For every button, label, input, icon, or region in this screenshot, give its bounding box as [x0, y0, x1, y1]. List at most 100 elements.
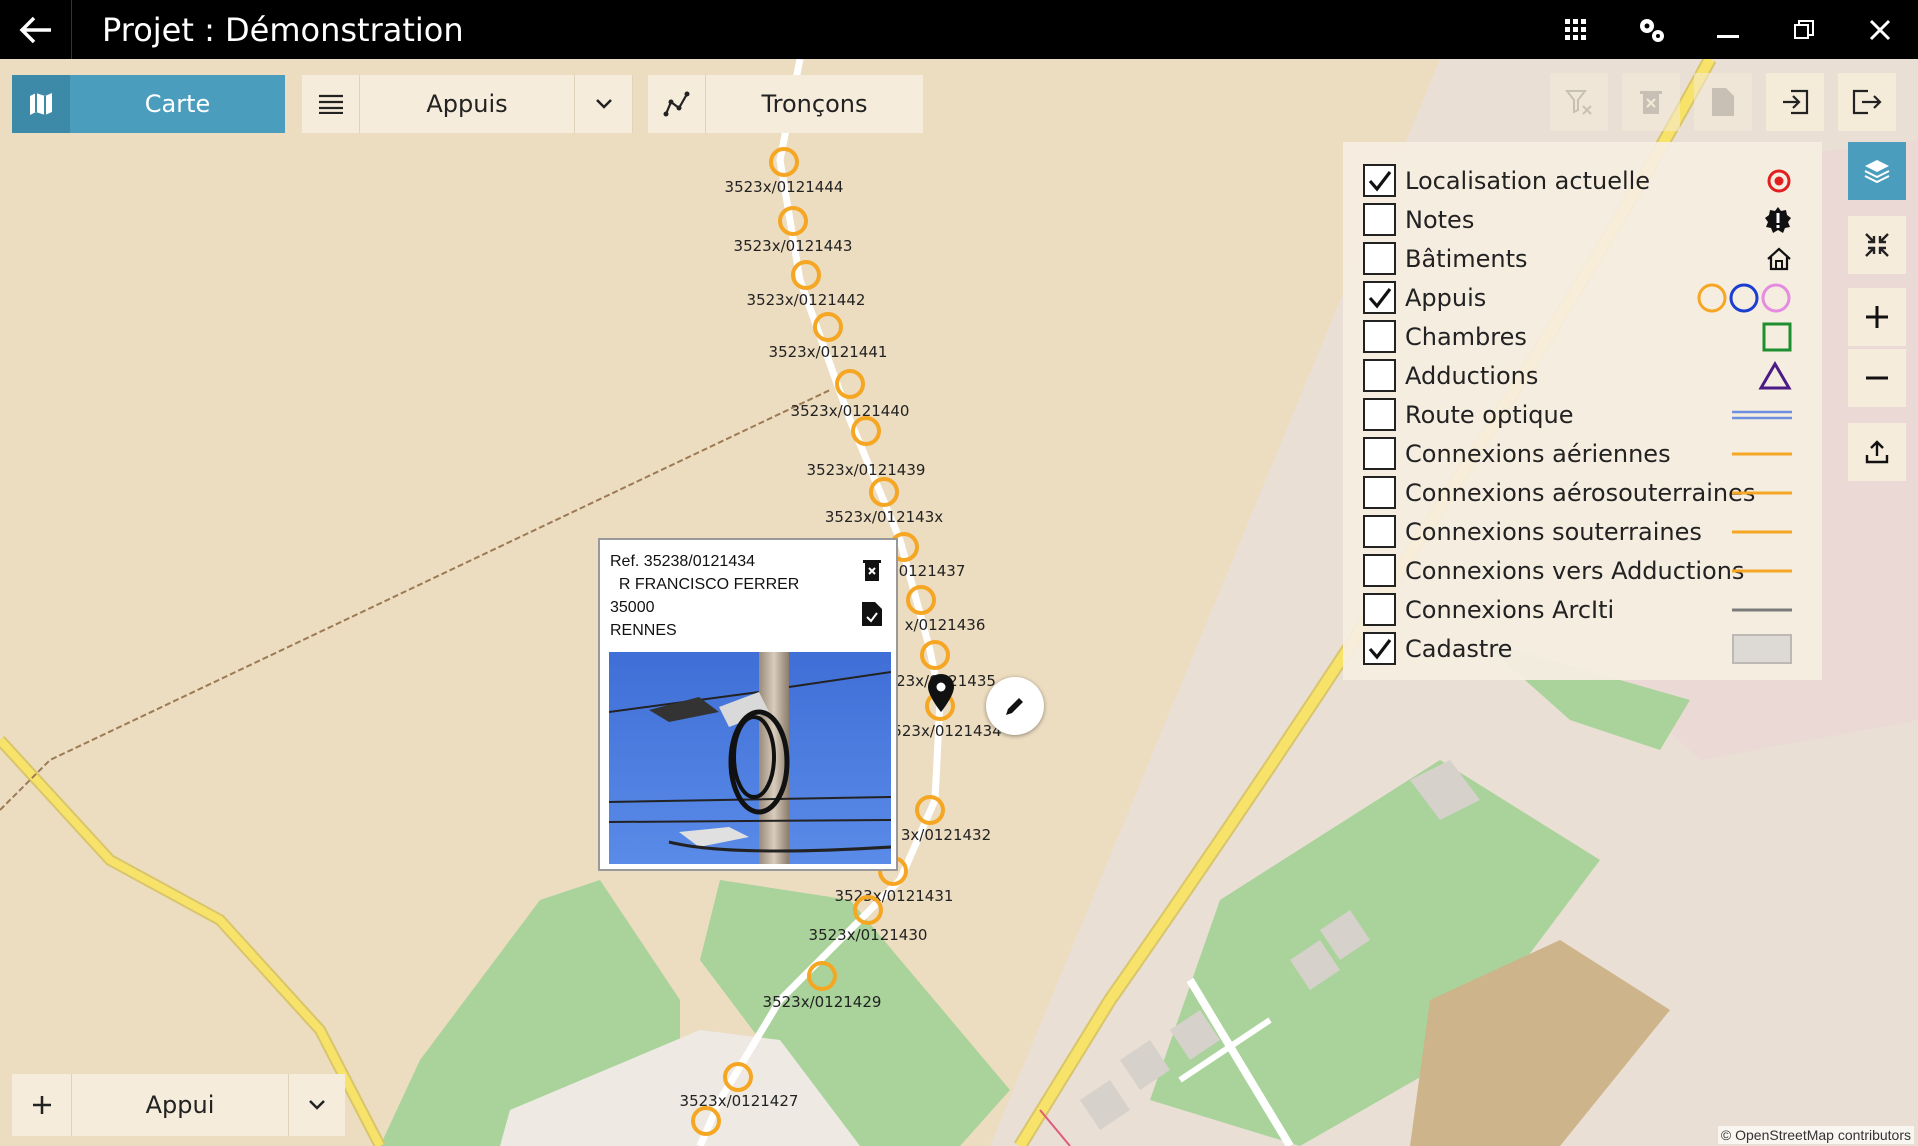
appuis-label[interactable]: Appuis — [360, 75, 575, 133]
add-type-dropdown[interactable] — [289, 1074, 345, 1136]
plus-icon — [1866, 306, 1888, 328]
layer-checkbox[interactable] — [1363, 359, 1396, 392]
legend-row[interactable]: Connexions souterraines — [1343, 512, 1822, 551]
troncons-label: Tronçons — [761, 90, 868, 118]
legend-row[interactable]: Connexions aérosouterraines — [1343, 473, 1822, 512]
grid-icon — [1565, 18, 1586, 40]
appui-marker[interactable] — [807, 961, 837, 991]
appui-marker-label: 3523x/0121440 — [791, 402, 910, 420]
zoom-in-button[interactable] — [1848, 288, 1906, 346]
layer-label: Localisation actuelle — [1405, 166, 1651, 195]
appui-marker[interactable] — [813, 312, 843, 342]
appui-marker[interactable] — [869, 477, 899, 507]
legend-row[interactable]: Connexions vers Adductions — [1343, 551, 1822, 590]
popup-postcode: 35000 — [610, 599, 655, 616]
legend-row[interactable]: Localisation actuelle — [1343, 161, 1822, 200]
appui-marker[interactable] — [723, 1062, 753, 1092]
chevron-down-icon[interactable] — [575, 75, 633, 133]
appui-marker[interactable] — [915, 795, 945, 825]
collapse-button[interactable] — [1848, 216, 1906, 274]
appui-marker[interactable] — [851, 416, 881, 446]
appui-marker-label: 3523x/0121427 — [680, 1092, 799, 1110]
restore-button[interactable] — [1766, 0, 1842, 59]
gray-line-icon — [1732, 605, 1792, 615]
appui-marker-label: 3523x/0121441 — [769, 343, 888, 361]
blue-double-line-icon — [1732, 408, 1792, 422]
layer-checkbox[interactable] — [1363, 515, 1396, 548]
restore-icon — [1794, 19, 1814, 39]
legend-row[interactable]: Connexions aériennes — [1343, 434, 1822, 473]
purple-triangle-icon — [1758, 360, 1792, 391]
settings-button[interactable] — [1614, 0, 1690, 59]
add-appui-bar: Appui — [12, 1074, 345, 1136]
layer-checkbox[interactable] — [1363, 476, 1396, 509]
legend-row[interactable]: Route optique — [1343, 395, 1822, 434]
home-icon — [1766, 247, 1792, 271]
popup-document-button[interactable] — [858, 600, 886, 628]
appuis-selector[interactable]: Appuis — [302, 75, 633, 133]
title-bar: Projet : Démonstration — [0, 0, 1918, 59]
filter-clear-icon — [1565, 90, 1592, 115]
appui-marker[interactable] — [691, 1106, 721, 1136]
edit-button[interactable] — [986, 677, 1044, 735]
legend-row[interactable]: Appuis — [1343, 278, 1822, 317]
trash-icon — [1640, 91, 1662, 114]
back-button[interactable] — [0, 0, 72, 59]
document-button[interactable] — [1694, 73, 1752, 131]
layer-checkbox[interactable] — [1363, 632, 1396, 665]
clear-filter-button[interactable] — [1550, 73, 1608, 131]
import-button[interactable] — [1766, 73, 1824, 131]
close-button[interactable] — [1842, 0, 1918, 59]
appui-marker[interactable] — [835, 369, 865, 399]
add-type-label[interactable]: Appui — [72, 1074, 289, 1136]
orange-line-icon — [1732, 566, 1792, 576]
zoom-out-button[interactable] — [1848, 349, 1906, 407]
green-square-icon — [1762, 322, 1792, 352]
layer-checkbox[interactable] — [1363, 437, 1396, 470]
layer-label: Adductions — [1405, 361, 1539, 390]
appui-marker[interactable] — [920, 640, 950, 670]
upload-button[interactable] — [1848, 423, 1906, 481]
legend-row[interactable]: Adductions — [1343, 356, 1822, 395]
layer-label: Appuis — [1405, 283, 1487, 312]
legend-row[interactable]: Bâtiments — [1343, 239, 1822, 278]
layer-checkbox[interactable] — [1363, 593, 1396, 626]
legend-row[interactable]: Chambres — [1343, 317, 1822, 356]
export-button[interactable] — [1838, 73, 1896, 131]
appui-marker[interactable] — [791, 260, 821, 290]
apps-button[interactable] — [1538, 0, 1614, 59]
circles-icon — [1696, 282, 1792, 314]
carte-button[interactable]: Carte — [12, 75, 285, 133]
layer-checkbox[interactable] — [1363, 320, 1396, 353]
layer-checkbox[interactable] — [1363, 554, 1396, 587]
layer-checkbox[interactable] — [1363, 281, 1396, 314]
layer-checkbox[interactable] — [1363, 398, 1396, 431]
appui-marker-label: 523x/0121434 — [892, 722, 1001, 740]
appui-marker[interactable] — [778, 206, 808, 236]
layers-button[interactable] — [1848, 142, 1906, 200]
legend-row[interactable]: Cadastre — [1343, 629, 1822, 668]
list-icon[interactable] — [302, 75, 360, 133]
layer-checkbox[interactable] — [1363, 242, 1396, 275]
layer-checkbox[interactable] — [1363, 203, 1396, 236]
orange-line-icon — [1732, 488, 1792, 498]
compress-icon — [1865, 233, 1889, 257]
appui-marker-label: 3523x/0121429 — [763, 993, 882, 1011]
add-button[interactable] — [12, 1074, 72, 1136]
appui-photo[interactable] — [609, 652, 891, 864]
appui-marker[interactable] — [906, 585, 936, 615]
carte-label: Carte — [144, 90, 211, 118]
orange-line-icon — [1732, 449, 1792, 459]
layer-checkbox[interactable] — [1363, 164, 1396, 197]
map-pin-icon[interactable] — [928, 674, 954, 712]
delete-button[interactable] — [1622, 73, 1680, 131]
popup-delete-button[interactable] — [858, 556, 886, 584]
appui-marker[interactable] — [769, 147, 799, 177]
appui-info-popup: Ref. 35238/0121434 R FRANCISCO FERRER 35… — [598, 538, 898, 871]
legend-row[interactable]: Connexions ArcIti — [1343, 590, 1822, 629]
minimize-button[interactable] — [1690, 0, 1766, 59]
troncons-button[interactable]: Tronçons — [648, 75, 923, 133]
layer-label: Notes — [1405, 205, 1475, 234]
upload-icon — [1865, 440, 1889, 464]
legend-row[interactable]: Notes — [1343, 200, 1822, 239]
